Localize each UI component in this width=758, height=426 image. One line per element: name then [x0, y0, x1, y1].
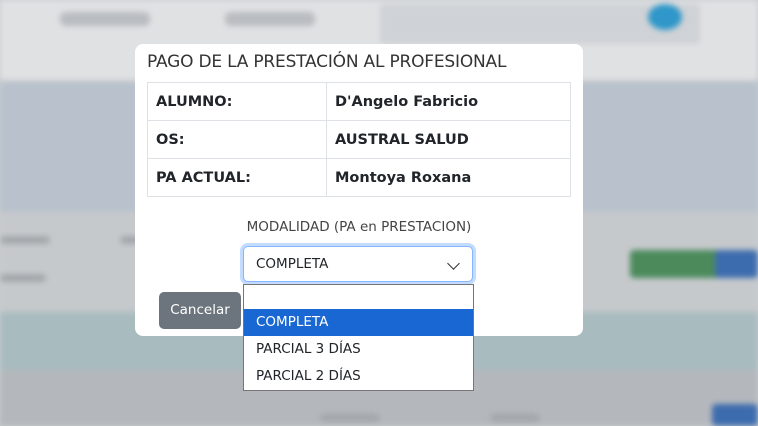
background-button [715, 250, 758, 278]
modalidad-dropdown-list: COMPLETA PARCIAL 3 DÍAS PARCIAL 2 DÍAS [243, 284, 474, 391]
background-text [320, 414, 380, 422]
option-completa[interactable]: COMPLETA [244, 309, 473, 336]
chevron-down-icon [447, 257, 460, 270]
option-parcial-3-dias[interactable]: PARCIAL 3 DÍAS [244, 336, 473, 363]
background-button [630, 250, 720, 278]
table-row: PA ACTUAL: Montoya Roxana [147, 158, 571, 197]
background-text [0, 274, 46, 282]
row-label-os: OS: [147, 120, 327, 159]
option-empty[interactable] [244, 285, 473, 309]
option-parcial-2-dias[interactable]: PARCIAL 2 DÍAS [244, 363, 473, 390]
background-nav-item [225, 12, 315, 26]
modalidad-label: MODALIDAD (PA en PRESTACION) [246, 219, 472, 235]
background-avatar [648, 4, 682, 30]
row-value-pa-actual: Montoya Roxana [326, 158, 571, 197]
modalidad-select[interactable]: COMPLETA [243, 246, 473, 282]
background-text [0, 236, 50, 244]
row-label-alumno: ALUMNO: [147, 82, 327, 121]
modal-title: PAGO DE LA PRESTACIÓN AL PROFESIONAL [147, 52, 507, 72]
row-value-alumno: D'Angelo Fabricio [326, 82, 571, 121]
table-row: ALUMNO: D'Angelo Fabricio [147, 82, 571, 121]
cancel-button[interactable]: Cancelar [159, 292, 241, 329]
background-text [490, 414, 540, 422]
modalidad-select-value: COMPLETA [256, 256, 329, 272]
background-nav-item [60, 12, 150, 26]
row-value-os: AUSTRAL SALUD [326, 120, 571, 159]
info-table: ALUMNO: D'Angelo Fabricio OS: AUSTRAL SA… [147, 82, 571, 197]
table-row: OS: AUSTRAL SALUD [147, 120, 571, 159]
background-button [712, 404, 758, 426]
row-label-pa-actual: PA ACTUAL: [147, 158, 327, 197]
